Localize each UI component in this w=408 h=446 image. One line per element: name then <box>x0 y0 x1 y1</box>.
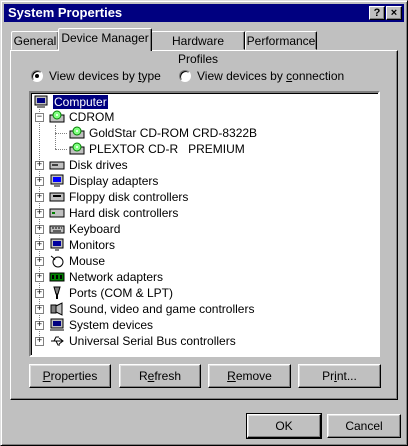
tree-root-computer[interactable]: Computer <box>33 94 109 110</box>
tree-item-disk-drives[interactable]: Disk drives <box>49 157 128 173</box>
view-by-connection-label: View devices by connection <box>197 69 345 83</box>
system-device-icon <box>50 318 64 331</box>
disk-drive-icon <box>49 161 65 170</box>
tab-general[interactable]: General <box>11 31 59 50</box>
properties-button[interactable]: Properties <box>29 364 111 388</box>
view-by-connection-radio[interactable] <box>179 70 191 82</box>
print-button[interactable]: Print... <box>298 364 381 388</box>
cdrom-icon <box>49 110 65 123</box>
network-adapter-icon <box>49 272 65 282</box>
cdrom-icon <box>69 142 85 155</box>
tree-item-goldstar-cdrom[interactable]: GoldStar CD-ROM CRD-8322B <box>69 125 257 141</box>
remove-button[interactable]: Remove <box>208 364 291 388</box>
tree-item-plextor-cdr[interactable]: PLEXTOR CD-R PREMIUM <box>69 141 245 157</box>
tab-performance[interactable]: Performance <box>245 31 317 50</box>
cancel-button[interactable]: Cancel <box>327 414 401 438</box>
tree-item-system-devices[interactable]: System devices <box>49 317 153 333</box>
help-button[interactable]: ? <box>369 6 385 20</box>
port-icon <box>53 286 61 299</box>
expand-toggle[interactable]: + <box>35 241 44 250</box>
tree-item-cdrom[interactable]: CDROM <box>49 109 114 125</box>
tree-item-network-adapters[interactable]: Network adapters <box>49 269 163 285</box>
display-adapter-icon <box>50 174 64 187</box>
window-title: System Properties <box>8 5 123 20</box>
expand-toggle[interactable]: + <box>35 321 44 330</box>
tree-item-ports[interactable]: Ports (COM & LPT) <box>49 285 173 301</box>
mouse-icon <box>50 255 64 268</box>
close-button[interactable]: × <box>386 6 402 20</box>
sound-icon <box>50 302 63 316</box>
hard-disk-controller-icon <box>49 208 65 218</box>
cdrom-icon <box>69 126 85 139</box>
expand-toggle[interactable]: + <box>35 337 44 346</box>
tree-item-sound-video-game[interactable]: Sound, video and game controllers <box>49 301 254 317</box>
refresh-button[interactable]: Refresh <box>119 364 201 388</box>
tree-item-mouse[interactable]: Mouse <box>49 253 105 269</box>
ok-button[interactable]: OK <box>246 413 322 439</box>
tree-item-keyboard[interactable]: Keyboard <box>49 221 120 237</box>
floppy-controller-icon <box>49 192 65 202</box>
device-tree[interactable]: Computer − CDROM GoldStar CD-ROM CRD-832… <box>29 91 380 357</box>
title-bar[interactable]: System Properties ? × <box>4 4 404 22</box>
tab-device-manager[interactable]: Device Manager <box>58 28 152 51</box>
usb-icon <box>51 336 64 346</box>
view-by-type-radio[interactable] <box>31 70 43 82</box>
view-by-type-option[interactable]: View devices by type <box>31 69 161 83</box>
tree-item-display-adapters[interactable]: Display adapters <box>49 173 158 189</box>
computer-icon <box>34 95 48 108</box>
system-properties-window: System Properties ? × General Device Man… <box>0 0 408 446</box>
expand-toggle[interactable]: + <box>35 273 44 282</box>
expand-toggle[interactable]: + <box>35 161 44 170</box>
tab-hardware-profiles[interactable]: Hardware Profiles <box>151 31 245 66</box>
monitor-icon <box>50 238 64 251</box>
tree-item-monitors[interactable]: Monitors <box>49 237 115 253</box>
expand-toggle[interactable]: + <box>35 193 44 202</box>
expand-toggle[interactable]: + <box>35 177 44 186</box>
keyboard-icon <box>49 225 65 234</box>
tree-root-label: Computer <box>52 94 109 110</box>
view-by-connection-option[interactable]: View devices by connection <box>179 69 344 83</box>
collapse-toggle[interactable]: − <box>35 113 44 122</box>
expand-toggle[interactable]: + <box>35 305 44 314</box>
expand-toggle[interactable]: + <box>35 209 44 218</box>
tree-connector <box>55 149 67 150</box>
expand-toggle[interactable]: + <box>35 257 44 266</box>
tree-item-usb-controllers[interactable]: Universal Serial Bus controllers <box>49 333 236 349</box>
tree-item-hard-disk-controllers[interactable]: Hard disk controllers <box>49 205 178 221</box>
expand-toggle[interactable]: + <box>35 289 44 298</box>
view-by-type-label: View devices by type <box>49 69 161 83</box>
tree-item-floppy-disk-controllers[interactable]: Floppy disk controllers <box>49 189 188 205</box>
expand-toggle[interactable]: + <box>35 225 44 234</box>
tree-connector <box>55 133 67 134</box>
tree-connector <box>55 125 56 149</box>
